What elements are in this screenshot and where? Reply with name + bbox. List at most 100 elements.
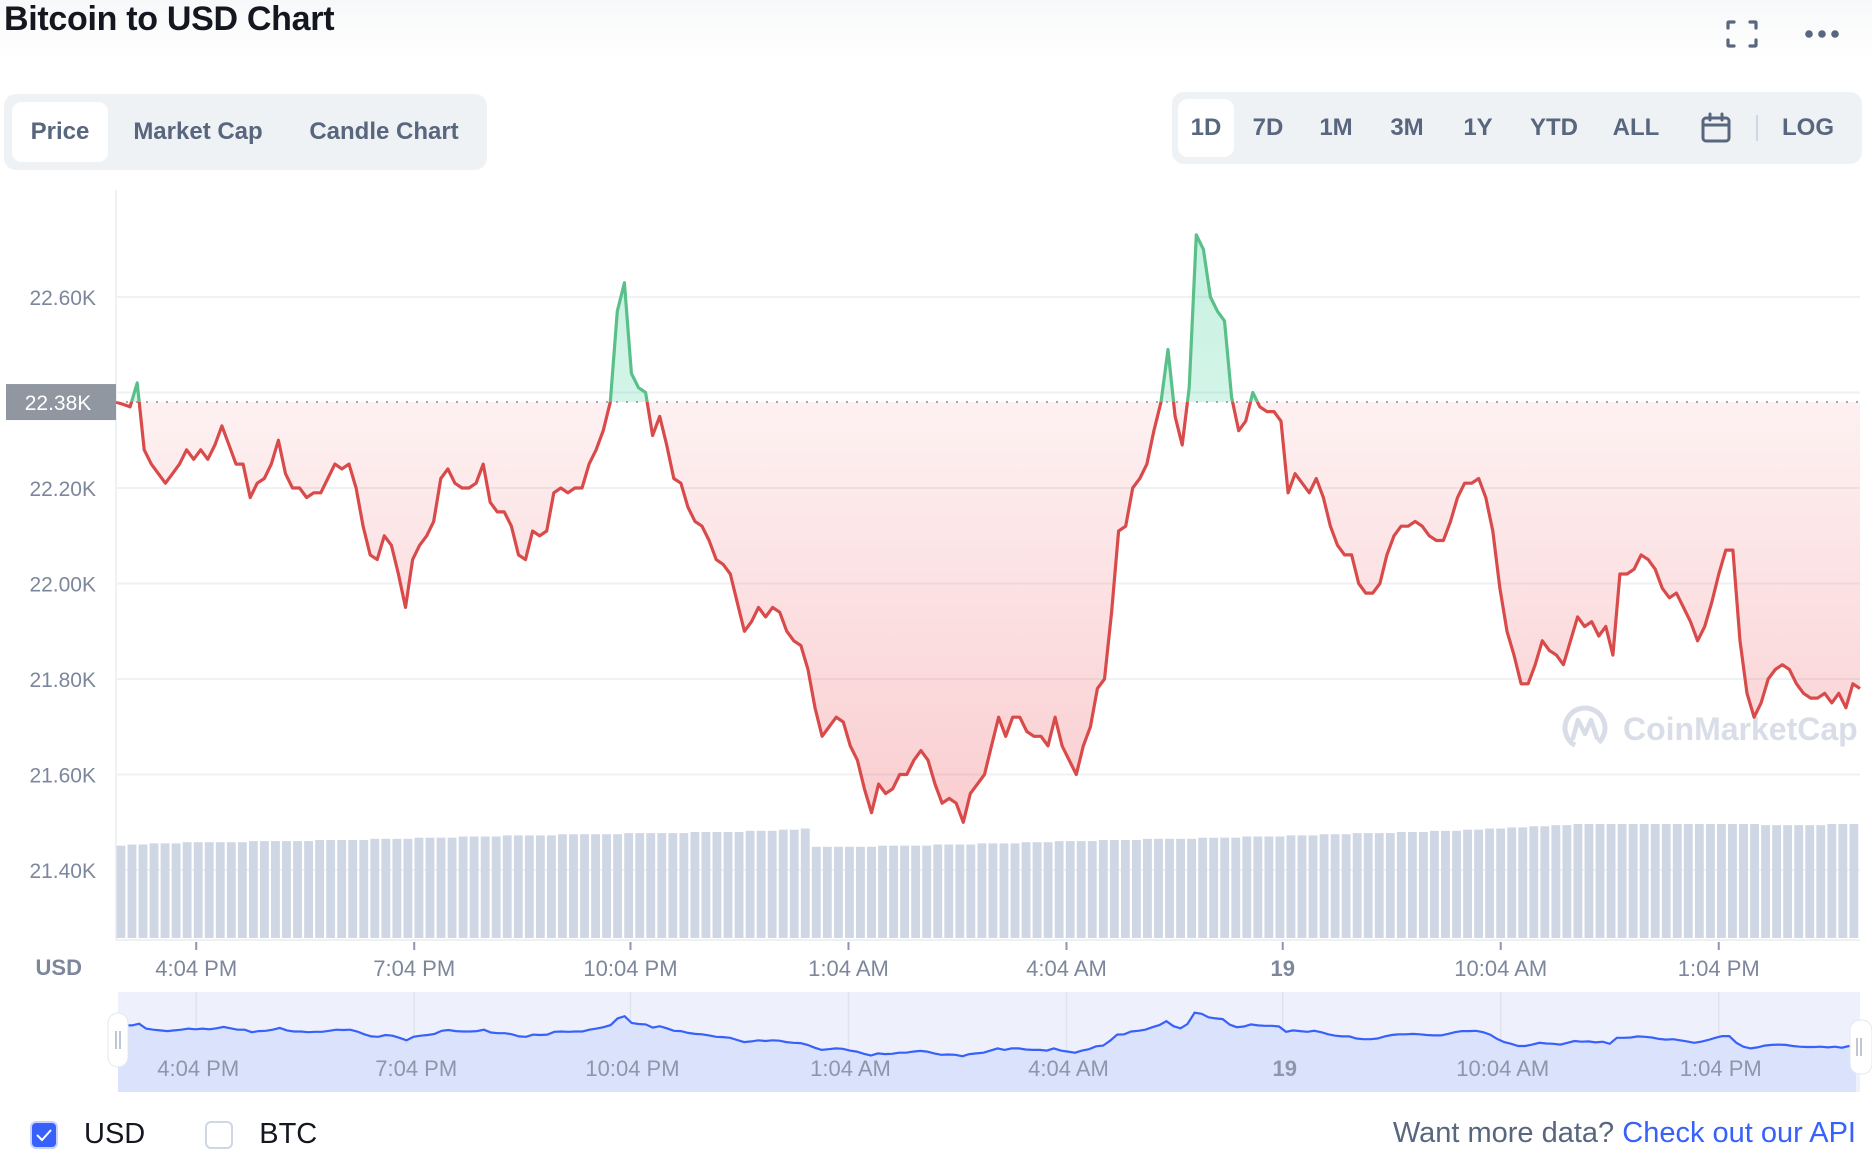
api-link[interactable]: Check out our API	[1622, 1117, 1856, 1149]
volume-bar	[745, 830, 755, 938]
volume-bar	[1418, 831, 1428, 938]
y-tick-label: 22.00K	[29, 574, 96, 597]
volume-bar	[127, 844, 137, 938]
volume-bar	[226, 842, 236, 938]
volume-bar	[1617, 824, 1627, 938]
volume-bar	[1739, 824, 1748, 938]
y-tick-label: 21.80K	[29, 669, 96, 692]
volume-bar	[1098, 839, 1108, 938]
volume-bar	[1198, 837, 1208, 938]
y-axis-ticks: 21.40K21.60K21.80K22.00K22.20K22.40K22.6…	[29, 287, 96, 883]
volume-bar	[734, 831, 744, 938]
volume-bar	[701, 831, 711, 938]
volume-bar	[215, 842, 225, 938]
volume-bar	[856, 846, 865, 938]
volume-bar	[381, 838, 391, 938]
y-tick-label: 21.40K	[29, 860, 96, 883]
volume-bar	[955, 844, 965, 938]
volume-bar	[480, 836, 490, 938]
coinmarketcap-watermark: CoinMarketCap	[1562, 705, 1858, 751]
watermark-text: CoinMarketCap	[1623, 711, 1858, 747]
volume-bar	[1496, 828, 1506, 938]
volume-bar	[348, 839, 358, 938]
volume-bar	[1507, 827, 1517, 938]
volume-bar	[580, 834, 589, 938]
currency-toggles: USD BTC	[30, 1118, 377, 1151]
btc-label: BTC	[259, 1118, 318, 1150]
price-chart[interactable]: 21.40K21.60K21.80K22.00K22.20K22.40K22.6…	[0, 0, 1872, 1152]
volume-bar	[1772, 825, 1782, 938]
volume-bar	[193, 842, 203, 938]
x-tick-label: 1:04 AM	[808, 956, 889, 981]
volume-bar	[1330, 834, 1340, 938]
current-price-tag: 22.38K	[6, 384, 116, 421]
volume-bar	[546, 835, 556, 938]
volume-bar	[1661, 824, 1671, 938]
volume-bar	[491, 836, 501, 938]
volume-bar	[315, 839, 325, 938]
volume-bar	[1639, 824, 1649, 938]
x-tick-label: 10:04 AM	[1454, 956, 1547, 981]
volume-bar	[778, 829, 788, 938]
usd-checkbox[interactable]	[30, 1120, 58, 1149]
volume-bar	[1694, 824, 1704, 938]
volume-bar	[359, 839, 369, 938]
volume-bar	[1065, 841, 1075, 938]
volume-bar	[1783, 825, 1793, 938]
navigator-tick-label: 10:04 PM	[585, 1056, 679, 1081]
volume-bar	[1363, 833, 1373, 938]
volume-bar	[370, 838, 380, 938]
checkmark-icon	[36, 1128, 52, 1141]
volume-bar	[1562, 825, 1572, 938]
volume-bar	[569, 834, 578, 938]
y-tick-label: 22.60K	[29, 287, 96, 310]
volume-bar	[1838, 824, 1848, 938]
volume-bar	[1728, 824, 1737, 938]
volume-bars	[116, 824, 1859, 938]
volume-bar	[282, 841, 291, 938]
volume-bar	[1120, 839, 1130, 938]
btc-checkbox[interactable]	[205, 1120, 234, 1149]
volume-bar	[1717, 824, 1726, 938]
volume-bar	[613, 834, 623, 938]
volume-bar	[414, 837, 424, 938]
volume-bar	[1474, 829, 1484, 938]
volume-bar	[635, 833, 645, 938]
volume-bar	[1794, 825, 1804, 938]
volume-bar	[1319, 834, 1329, 938]
volume-bar	[1087, 841, 1097, 938]
volume-bar	[182, 842, 192, 938]
volume-bar	[138, 844, 148, 938]
volume-bar	[988, 843, 998, 938]
volume-bar	[1584, 824, 1594, 938]
volume-bar	[1010, 843, 1020, 938]
volume-bar	[845, 846, 854, 938]
navigator-left-handle[interactable]	[107, 1012, 129, 1068]
volume-bar	[1374, 833, 1384, 938]
volume-bar	[304, 841, 313, 938]
volume-bar	[524, 835, 534, 938]
volume-bar	[1761, 825, 1770, 938]
volume-bar	[1154, 838, 1163, 938]
volume-bar	[1683, 824, 1693, 938]
price-area-below-baseline	[116, 402, 1860, 823]
volume-bar	[436, 837, 446, 938]
volume-bar	[1827, 824, 1837, 938]
volume-bar	[723, 831, 733, 938]
volume-bar	[1805, 825, 1815, 938]
volume-bar	[679, 833, 689, 938]
volume-bar	[535, 835, 545, 938]
volume-bar	[558, 834, 567, 938]
api-promo: Want more data? Check out our API	[1393, 1117, 1856, 1150]
volume-bar	[447, 837, 457, 938]
volume-bar	[1076, 841, 1086, 938]
x-axis-ticks: 4:04 PM 7:04 PM 10:04 PM 1:04 AM 4:04 AM 19 10…	[155, 942, 1760, 981]
navigator-right-handle[interactable]	[1849, 1019, 1872, 1075]
navigator-tick-label: 7:04 PM	[375, 1056, 457, 1081]
volume-bar	[1209, 837, 1219, 938]
volume-bar	[1452, 830, 1461, 938]
volume-bar	[833, 846, 843, 938]
volume-bar	[1275, 836, 1285, 938]
volume-bar	[1529, 826, 1539, 938]
volume-bar	[657, 833, 667, 938]
